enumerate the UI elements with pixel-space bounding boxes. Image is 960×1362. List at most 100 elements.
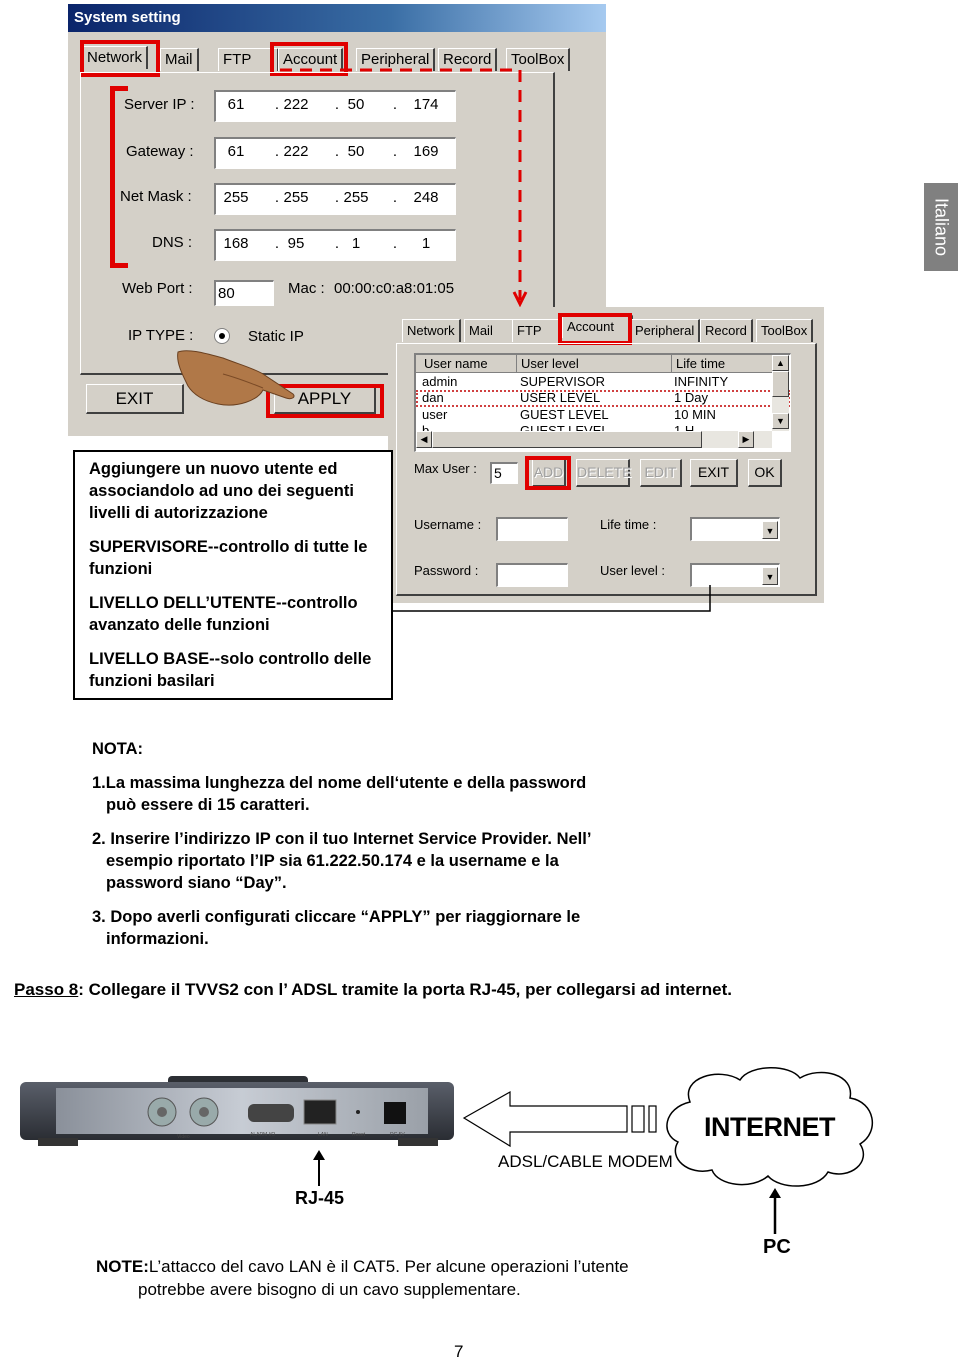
scroll-left-icon[interactable]: ◀: [416, 431, 432, 448]
max-user-label: Max User :: [414, 461, 477, 476]
step-text: : Collegare il TVVS2 con l’ ADSL tramite…: [78, 980, 733, 999]
column-header-user-name[interactable]: User name: [416, 355, 517, 373]
language-side-tab: Italiano: [924, 183, 958, 271]
ip-type-label: IP TYPE :: [128, 327, 194, 344]
device-rear-panel-image: [20, 1076, 454, 1146]
cell-user: admin: [422, 374, 458, 389]
column-header-life-time[interactable]: Life time: [672, 355, 776, 373]
table-row-partial[interactable]: b... GUEST LEVEL 1 H...: [416, 423, 790, 431]
tab-record[interactable]: Record: [700, 319, 753, 342]
user-levels-callout: Aggiungere un nuovo utente ed associando…: [73, 450, 393, 700]
scroll-thumb[interactable]: [772, 371, 789, 397]
modem-label: ADSL/CABLE MODEM: [498, 1152, 673, 1171]
note-bold-label: NOTE:: [96, 1257, 149, 1276]
password-label: Password :: [414, 563, 479, 578]
item-text: Inserire l’indirizzo IP con il tuo Inter…: [105, 830, 592, 848]
cell-user: user: [422, 407, 448, 422]
item-text: esempio riportato l’IP sia 61.222.50.174…: [106, 852, 559, 870]
port-label-dc: DC 5V: [390, 1132, 405, 1138]
rj45-arrow-icon: [313, 1150, 325, 1186]
step-8-heading: Passo 8: Collegare il TVVS2 con l’ ADSL …: [14, 980, 732, 1000]
port-label-lan: LAN: [318, 1132, 328, 1138]
life-time-select[interactable]: ▼: [690, 517, 780, 541]
column-header-user-level[interactable]: User level: [517, 355, 672, 373]
callout-level-supervisor: SUPERVISORE--controllo di tutte le funzi…: [89, 538, 368, 578]
chevron-down-icon[interactable]: ▼: [762, 567, 778, 585]
username-label: Username :: [414, 517, 482, 532]
callout-intro: Aggiungere un nuovo utente ed associando…: [89, 460, 354, 522]
nota-section: NOTA: 1.La massima lunghezza del nome de…: [92, 738, 692, 962]
modem-arrow-icon: [462, 1090, 657, 1148]
account-settings-window: Network Mail FTP Account Peripheral Reco…: [388, 307, 824, 603]
tab-network[interactable]: Network: [402, 319, 461, 342]
horizontal-scrollbar[interactable]: ◀ ▶: [416, 431, 772, 448]
callout-connector-arrow: [367, 585, 711, 612]
tab-mail[interactable]: Mail: [160, 48, 199, 71]
port-label-reset: Reset: [352, 1132, 366, 1138]
footer-note-line2: potrebbe avere bisogno di un cavo supple…: [138, 1280, 521, 1299]
table-row[interactable]: user GUEST LEVEL 10 MIN: [416, 407, 790, 424]
pc-arrow-icon: [769, 1188, 781, 1234]
add-highlight: [525, 456, 571, 490]
step-label: Passo 8: [14, 980, 79, 999]
delete-button[interactable]: DELETE: [576, 459, 631, 487]
page-number: 7: [454, 1342, 464, 1361]
cell-user: dan: [422, 390, 444, 405]
chevron-down-icon[interactable]: ▼: [762, 521, 778, 539]
exit-button[interactable]: EXIT: [690, 459, 738, 487]
octet: 168: [223, 235, 249, 252]
tab-peripheral[interactable]: Peripheral: [630, 319, 701, 342]
item-number: 3.: [92, 908, 106, 926]
nota-title: NOTA:: [92, 740, 144, 758]
user-level-select[interactable]: ▼: [690, 563, 780, 587]
tab-toolbox[interactable]: ToolBox: [756, 319, 814, 342]
username-input[interactable]: [496, 517, 568, 541]
scroll-right-icon[interactable]: ▶: [738, 431, 754, 448]
vertical-scrollbar[interactable]: ▲ ▼: [772, 355, 789, 431]
cell-life: 1 Day: [674, 390, 708, 405]
table-row-highlighted[interactable]: dan USER LEVEL 1 Day: [416, 390, 790, 407]
password-input[interactable]: [496, 563, 568, 587]
item-text: password siano “Day”.: [106, 874, 287, 892]
cell-life: 1 H...: [674, 423, 706, 431]
item-text: può essere di 15 caratteri.: [106, 796, 310, 814]
edit-button[interactable]: EDIT: [640, 459, 682, 487]
dns-label: DNS :: [152, 234, 193, 251]
web-port-input[interactable]: 80: [214, 280, 274, 306]
table-row[interactable]: admin SUPERVISOR INFINITY: [416, 374, 790, 391]
table-header: User name User level Life time: [416, 355, 776, 373]
net-mask-label: Net Mask :: [120, 188, 192, 205]
note-text: L’attacco del cavo LAN è il CAT5. Per al…: [148, 1257, 629, 1276]
h-scroll-thumb[interactable]: [432, 431, 702, 448]
server-ip-label: Server IP :: [124, 96, 195, 113]
scroll-up-icon[interactable]: ▲: [772, 355, 789, 371]
nota-item-2: 2. Inserire l’indirizzo IP con il tuo In…: [92, 828, 692, 894]
cell-level: GUEST LEVEL: [520, 407, 609, 422]
life-time-label: Life time :: [600, 517, 657, 532]
item-text: informazioni.: [106, 930, 209, 948]
ip-fields-bracket: [110, 86, 128, 268]
max-user-input[interactable]: 5: [490, 462, 518, 484]
scroll-down-icon[interactable]: ▼: [772, 413, 789, 429]
nota-item-1: 1.La massima lunghezza del nome dell‘ute…: [92, 772, 692, 816]
static-ip-radio[interactable]: [214, 328, 230, 344]
octet: 61: [227, 96, 245, 113]
footer-note-line1: NOTE:L’attacco del cavo LAN è il CAT5. P…: [96, 1255, 736, 1278]
ok-button[interactable]: OK: [748, 459, 782, 487]
callout-level-guest: LIVELLO BASE--solo controllo delle funzi…: [89, 650, 372, 690]
account-tab-highlight: [558, 313, 632, 345]
rj45-label: RJ-45: [295, 1188, 345, 1208]
octet: 61: [227, 143, 245, 160]
item-text: Dopo averli configurati cliccare “APPLY”…: [105, 908, 581, 926]
user-level-label: User level :: [600, 563, 666, 578]
navigate-arrow-icon: [280, 68, 528, 308]
pointing-hand-icon: [177, 350, 295, 406]
web-port-label: Web Port :: [122, 280, 193, 297]
item-number: 2.: [92, 830, 106, 848]
footer-note: NOTE:L’attacco del cavo LAN è il CAT5. P…: [96, 1255, 736, 1301]
cell-level: USER LEVEL: [520, 390, 601, 405]
tab-ftp[interactable]: FTP: [512, 319, 561, 342]
nota-item-3: 3. Dopo averli configurati cliccare “APP…: [92, 906, 692, 950]
tab-mail[interactable]: Mail: [464, 319, 515, 342]
user-table: User name User level Life time admin SUP…: [414, 353, 791, 452]
